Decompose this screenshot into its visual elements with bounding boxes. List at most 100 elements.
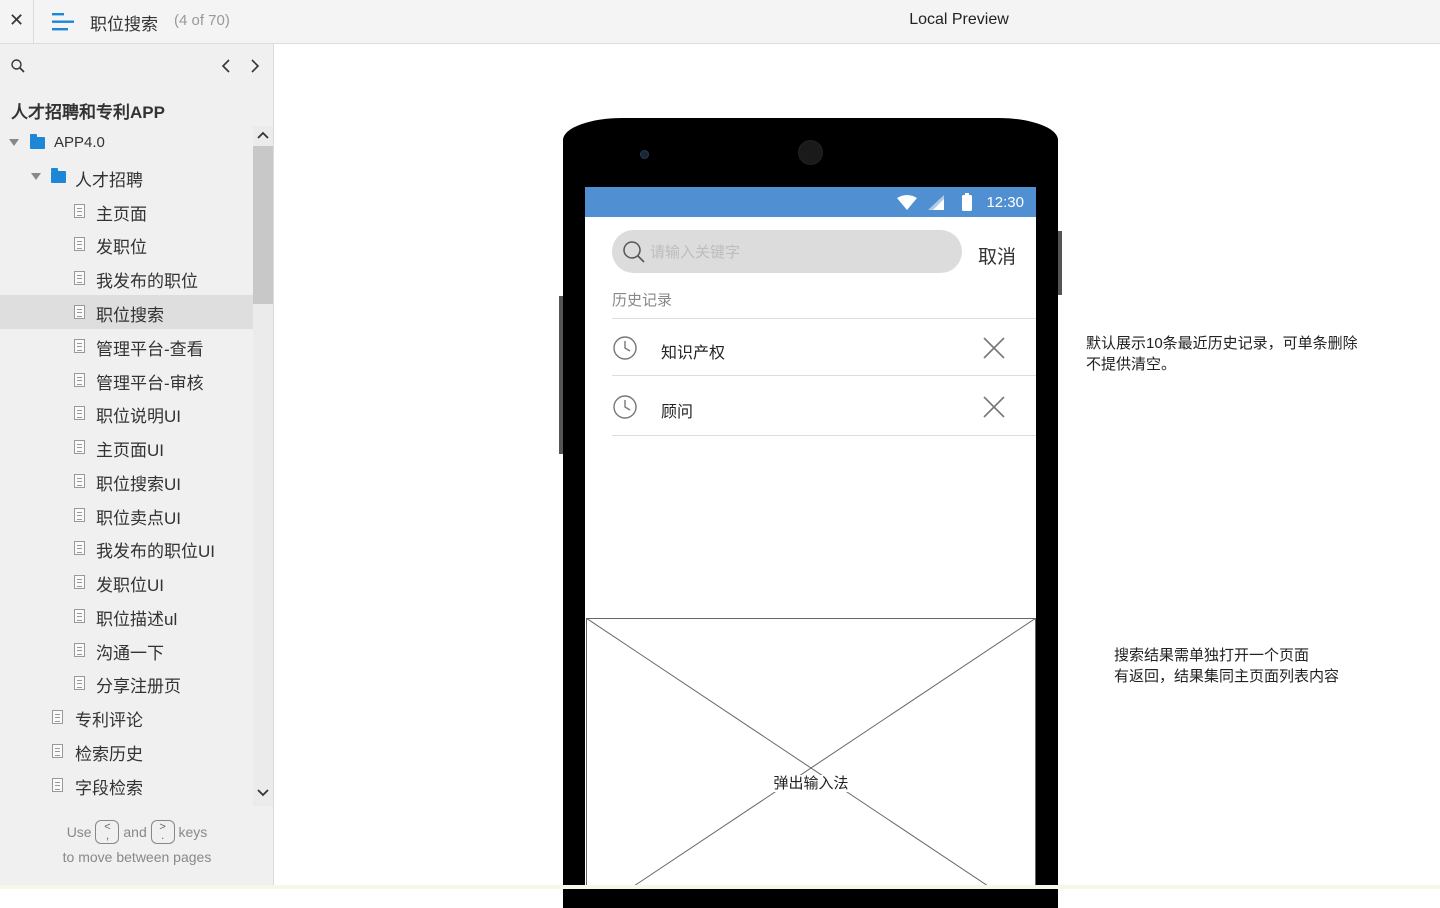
scrollbar-thumb[interactable] (253, 146, 273, 304)
chevron-left-icon[interactable] (218, 56, 234, 76)
tree-page-item[interactable]: 主页面 (0, 194, 253, 228)
tree-item-label: 职位卖点UI (96, 509, 181, 528)
annotation-note: 默认展示10条最近历史记录，可单条删除不提供清空。 (1086, 335, 1358, 373)
tree-page-item[interactable]: 职位说明UI (0, 396, 253, 430)
divider (612, 375, 1036, 376)
tree-folder-app40[interactable]: APP4.0 (0, 126, 253, 160)
page-icon (74, 609, 85, 623)
page-icon (52, 778, 63, 792)
folder-icon (51, 168, 66, 183)
tree-item-label: APP4.0 (54, 134, 105, 151)
page-count: (4 of 70) (174, 12, 230, 29)
hint-line2: to move between pages (62, 849, 212, 865)
hint-and: and (123, 824, 147, 840)
page-icon (74, 508, 85, 522)
tree-page-item[interactable]: 字段检索 (0, 768, 253, 802)
tree-item-label: 管理平台-查看 (96, 340, 204, 359)
tree-page-item[interactable]: 沟通一下 (0, 633, 253, 667)
sidebar-scrollbar[interactable] (253, 126, 273, 806)
tree-page-item[interactable]: 专利评论 (0, 700, 253, 734)
tree-item-label: 我发布的职位UI (96, 542, 215, 561)
tree-page-item[interactable]: 分享注册页 (0, 666, 253, 700)
page-icon (74, 339, 85, 353)
camera-icon (640, 150, 649, 159)
tree-item-label: 分享注册页 (96, 677, 181, 696)
placeholder-cross (586, 618, 1036, 889)
history-item-label: 知识产权 (661, 345, 726, 362)
folder-icon (30, 134, 45, 149)
page-icon (74, 305, 85, 319)
tree-page-item[interactable]: 我发布的职位UI (0, 531, 253, 565)
page-icon (74, 440, 85, 454)
history-item-label: 顾问 (661, 404, 694, 421)
hamburger-icon[interactable] (52, 12, 74, 32)
page-icon (74, 541, 85, 555)
clock-icon (613, 336, 637, 360)
tree-page-item[interactable]: 职位描述ul (0, 599, 253, 633)
page-icon (74, 406, 85, 420)
close-icon[interactable] (981, 394, 1007, 420)
caret-down-icon[interactable] (31, 173, 41, 180)
tree-page-item[interactable]: 管理平台-审核 (0, 363, 253, 397)
tree-page-item[interactable]: 发职位 (0, 227, 253, 261)
page-icon (52, 710, 63, 724)
page-icon (74, 474, 85, 488)
tree-page-item[interactable]: 主页面UI (0, 430, 253, 464)
page-icon (74, 575, 85, 589)
signal-icon (928, 195, 944, 210)
page-tree: APP4.0 人才招聘 主页面 发职位 我发布的职位 职位搜索 管理平台-查看 (0, 126, 253, 806)
project-title: 人才招聘和专利APP (11, 103, 165, 122)
tree-item-label: 职位描述ul (96, 610, 178, 629)
tree-item-label: 发职位UI (96, 576, 164, 595)
keyboard-hint: Use <, and >. keys to move between pages (0, 820, 274, 870)
annotation-line: 有返回，结果集同主页面列表内容 (1114, 668, 1340, 685)
left-key-icon: <, (95, 820, 120, 844)
tree-page-item[interactable]: 发职位UI (0, 565, 253, 599)
tree-page-item-selected[interactable]: 职位搜索 (0, 295, 253, 329)
tree-page-item[interactable]: 职位卖点UI (0, 498, 253, 532)
sidebar: 人才招聘和专利APP APP4.0 人才招聘 主页面 发职位 我发布的职位 职位… (0, 44, 274, 889)
tree-page-item[interactable]: 管理平台-查看 (0, 329, 253, 363)
page-icon (74, 373, 85, 387)
search-bar[interactable] (612, 230, 962, 273)
speaker-icon (798, 140, 823, 165)
history-item[interactable]: 知识产权 (612, 319, 1036, 377)
tree-page-item[interactable]: 我发布的职位 (0, 261, 253, 295)
hint-keys: keys (178, 824, 208, 840)
annotation-note: 搜索结果需单独打开一个页面 有返回，结果集同主页面列表内容 (1114, 645, 1374, 687)
page-icon (74, 271, 85, 285)
right-key-icon: >. (150, 820, 175, 844)
search-input[interactable] (650, 240, 940, 264)
history-item[interactable]: 顾问 (612, 378, 1036, 436)
annotation-line: 搜索结果需单独打开一个页面 (1114, 647, 1310, 664)
cancel-button[interactable]: 取消 (978, 242, 1016, 269)
tree-item-label: 检索历史 (75, 745, 143, 764)
caret-down-icon[interactable] (9, 139, 19, 146)
hint-use: Use (66, 824, 92, 840)
tree-page-item[interactable]: 职位搜索UI (0, 464, 253, 498)
clock-icon (613, 395, 637, 419)
status-time: 12:30 (986, 194, 1024, 211)
close-icon[interactable] (981, 335, 1007, 361)
bottom-strip (0, 885, 1440, 889)
tree-item-label: 我发布的职位 (96, 272, 198, 291)
tree-page-item[interactable]: 检索历史 (0, 734, 253, 768)
tree-item-label: 人才招聘 (75, 171, 143, 190)
chevron-down-icon[interactable] (257, 788, 269, 798)
phone-screen: 12:30 取消 历史记录 知识产权 顾问 (585, 187, 1036, 889)
tree-item-label: 职位搜索 (96, 306, 164, 325)
tree-item-label: 职位说明UI (96, 407, 181, 426)
divider (612, 435, 1036, 436)
history-title: 历史记录 (612, 292, 673, 309)
chevron-right-icon[interactable] (247, 56, 263, 76)
page-title: 职位搜索 (90, 15, 158, 34)
search-icon[interactable] (10, 58, 26, 74)
page-icon (74, 676, 85, 690)
tree-folder-recruit[interactable]: 人才招聘 (0, 160, 253, 194)
chevron-up-icon[interactable] (257, 130, 269, 140)
status-bar: 12:30 (585, 187, 1036, 217)
close-icon[interactable]: ✕ (0, 0, 34, 43)
keyboard-placeholder: 弹出输入法 (586, 618, 1036, 889)
wifi-icon (897, 195, 917, 210)
keyboard-label: 弹出输入法 (769, 775, 853, 792)
